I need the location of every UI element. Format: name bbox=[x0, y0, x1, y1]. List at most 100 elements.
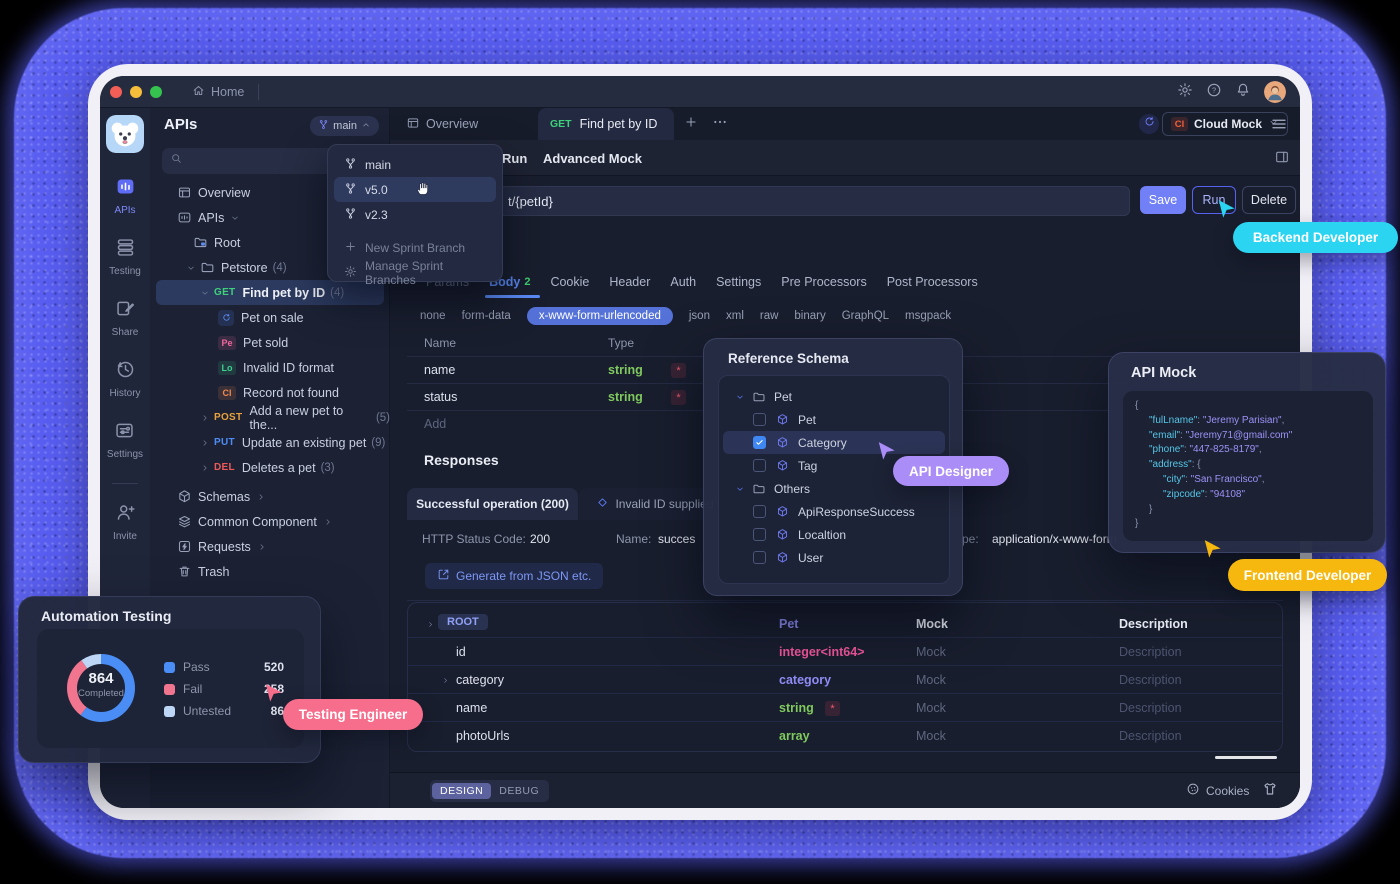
body-type-raw[interactable]: raw bbox=[760, 310, 779, 322]
body-tab-auth[interactable]: Auth bbox=[670, 266, 696, 298]
branch-selector[interactable]: main bbox=[310, 116, 379, 136]
schema-row-id[interactable]: id integer<int64> Mock Description bbox=[408, 638, 1282, 666]
gear-icon[interactable] bbox=[1177, 82, 1193, 103]
tree-item-deletes-a-pet[interactable]: DEL Deletes a pet (3) bbox=[150, 455, 390, 480]
legend-swatch bbox=[164, 684, 175, 695]
tree-item-common-component[interactable]: Common Component bbox=[150, 509, 390, 534]
subtab-run[interactable]: Run bbox=[502, 140, 527, 176]
design-mode-button[interactable]: DESIGN bbox=[432, 783, 492, 799]
tab-find-pet-by-id[interactable]: GET Find pet by ID bbox=[538, 108, 674, 140]
sync-icon[interactable] bbox=[1139, 114, 1159, 134]
tree-item-label: Pet sold bbox=[243, 335, 289, 350]
body-tab-cookie[interactable]: Cookie bbox=[550, 266, 589, 298]
tree-item-update-an-existing-pet[interactable]: PUT Update an existing pet (9) bbox=[150, 430, 390, 455]
ref-item-localtion[interactable]: Localtion bbox=[719, 523, 949, 546]
workspace-logo[interactable] bbox=[106, 115, 144, 153]
tree-item-pet-on-sale[interactable]: Pet on sale bbox=[150, 305, 390, 330]
schema-row-photourls[interactable]: photoUrls array Mock Description bbox=[408, 722, 1282, 750]
tree-item-add-a-new-pet-to-the-[interactable]: POST Add a new pet to the... (5) bbox=[150, 404, 390, 432]
maximize-window-button[interactable] bbox=[150, 85, 162, 98]
code-line: "phone": "447-825-8179", bbox=[1149, 444, 1262, 456]
user-avatar[interactable] bbox=[1264, 81, 1286, 103]
ref-item-pet[interactable]: Pet bbox=[719, 408, 949, 431]
settings-icon bbox=[114, 420, 135, 446]
schema-cube-icon bbox=[776, 505, 789, 518]
branch-option-v2.3[interactable]: v2.3 bbox=[334, 202, 496, 227]
body-type-form-data[interactable]: form-data bbox=[462, 310, 511, 322]
body-type-x-www-form-urlencoded[interactable]: x-www-form-urlencoded bbox=[526, 307, 673, 325]
delete-button[interactable]: Delete bbox=[1242, 186, 1296, 214]
schema-row-name[interactable]: name string * Mock Description bbox=[408, 694, 1282, 722]
tab-overview[interactable]: Overview bbox=[406, 108, 478, 140]
tree-item-label: Root bbox=[214, 235, 241, 250]
rail-item-invite[interactable]: Invite bbox=[113, 502, 137, 542]
chevron-right-icon bbox=[426, 618, 435, 632]
request-subtabs: Run Advanced Mock bbox=[390, 140, 1300, 176]
menu-icon[interactable] bbox=[1270, 115, 1288, 138]
debug-mode-button[interactable]: DEBUG bbox=[491, 783, 547, 799]
panel-toggle-icon[interactable] bbox=[1274, 149, 1290, 170]
body-type-json[interactable]: json bbox=[689, 310, 710, 322]
body-type-binary[interactable]: binary bbox=[794, 310, 825, 322]
tree-item-requests[interactable]: Requests bbox=[150, 534, 390, 559]
chevron-right-icon bbox=[441, 674, 450, 688]
branch-action-new-sprint-branch[interactable]: New Sprint Branch bbox=[334, 235, 496, 260]
body-type-none[interactable]: none bbox=[420, 310, 446, 322]
branch-option-main[interactable]: main bbox=[334, 152, 496, 177]
body-type-xml[interactable]: xml bbox=[726, 310, 744, 322]
home-tab[interactable]: Home bbox=[192, 84, 244, 100]
subtab-advanced-mock[interactable]: Advanced Mock bbox=[543, 140, 642, 176]
tshirt-icon[interactable] bbox=[1262, 781, 1278, 802]
tree-item-label: Schemas bbox=[198, 489, 251, 504]
cookies-button[interactable]: Cookies bbox=[1186, 782, 1249, 799]
checkbox[interactable] bbox=[753, 528, 766, 541]
generate-from-json-button[interactable]: Generate from JSON etc. bbox=[425, 563, 604, 589]
body-tab-header[interactable]: Header bbox=[609, 266, 650, 298]
cookies-label: Cookies bbox=[1206, 783, 1250, 798]
body-tab-pre-processors[interactable]: Pre Processors bbox=[781, 266, 866, 298]
tree-item-pet-sold[interactable]: Pe Pet sold bbox=[150, 330, 390, 355]
checkbox[interactable] bbox=[753, 459, 766, 472]
required-asterisk: * bbox=[671, 363, 686, 378]
tree-item-schemas[interactable]: Schemas bbox=[150, 484, 390, 509]
status-code-label: HTTP Status Code: bbox=[422, 532, 526, 546]
schema-field-name: category bbox=[456, 673, 504, 687]
body-tab-settings[interactable]: Settings bbox=[716, 266, 761, 298]
save-button[interactable]: Save bbox=[1140, 186, 1186, 214]
ref-item-category[interactable]: Category bbox=[723, 431, 945, 454]
bell-icon[interactable] bbox=[1235, 82, 1251, 103]
checkbox-checked[interactable] bbox=[753, 436, 766, 449]
tree-item-trash[interactable]: Trash bbox=[150, 559, 390, 584]
rail-item-settings[interactable]: Settings bbox=[107, 420, 143, 460]
response-tab-success[interactable]: Successful operation (200) bbox=[407, 488, 578, 520]
rail-item-share[interactable]: Share bbox=[112, 298, 138, 338]
code-line: } bbox=[1149, 503, 1153, 515]
checkbox[interactable] bbox=[753, 505, 766, 518]
schema-field-type: array bbox=[779, 729, 810, 743]
checkbox[interactable] bbox=[753, 413, 766, 426]
body-type-msgpack[interactable]: msgpack bbox=[905, 310, 951, 322]
tree-item-record-not-found[interactable]: Cl Record not found bbox=[150, 380, 390, 405]
close-window-button[interactable] bbox=[110, 85, 122, 98]
tab-overflow-button[interactable] bbox=[712, 108, 728, 140]
col-name: Name bbox=[424, 336, 457, 350]
ref-group-pet[interactable]: Pet bbox=[719, 385, 949, 408]
schema-row-category[interactable]: category category Mock Description bbox=[408, 666, 1282, 694]
url-input[interactable]: t/{petId} bbox=[407, 186, 1130, 216]
horizontal-scrollbar[interactable] bbox=[1215, 756, 1277, 759]
schema-row-root[interactable]: ROOT Pet Mock Description bbox=[408, 610, 1282, 638]
new-tab-button[interactable] bbox=[684, 108, 698, 140]
ref-item-user[interactable]: User bbox=[719, 546, 949, 569]
rail-item-apis[interactable]: APIs bbox=[114, 176, 136, 216]
ref-item-apiresponsesuccess[interactable]: ApiResponseSuccess bbox=[719, 500, 949, 523]
help-icon[interactable]: ? bbox=[1206, 82, 1222, 103]
body-type-graphql[interactable]: GraphQL bbox=[842, 310, 889, 322]
rail-item-testing[interactable]: Testing bbox=[109, 237, 141, 277]
rail-item-history[interactable]: History bbox=[109, 359, 141, 399]
overview-icon bbox=[406, 116, 420, 133]
minimize-window-button[interactable] bbox=[130, 85, 142, 98]
tree-item-invalid-id-format[interactable]: Lo Invalid ID format bbox=[150, 355, 390, 380]
body-tab-post-processors[interactable]: Post Processors bbox=[887, 266, 978, 298]
branch-action-manage-sprint-branches[interactable]: Manage Sprint Branches bbox=[334, 259, 496, 287]
checkbox[interactable] bbox=[753, 551, 766, 564]
